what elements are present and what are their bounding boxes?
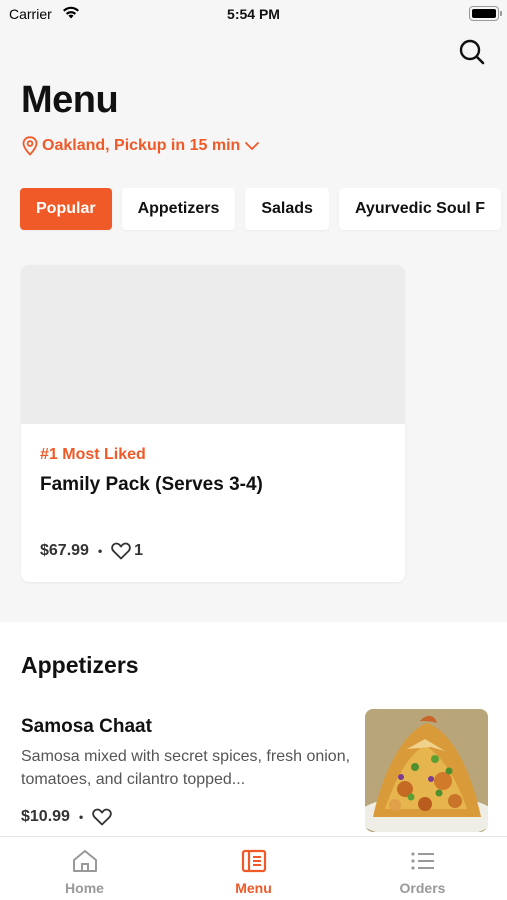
tab-bar-orders-label: Orders [399,880,446,896]
menu-book-icon [241,849,266,873]
bottom-tab-bar: Home Menu Orders [0,836,507,900]
home-icon [72,850,97,872]
featured-item-meta: $67.99 • 1 [40,542,143,560]
tab-ayurvedic-soul-food[interactable]: Ayurvedic Soul F [338,188,502,230]
tab-popular[interactable]: Popular [20,188,112,230]
featured-item-card[interactable]: #1 Most Liked Family Pack (Serves 3-4) $… [21,265,405,582]
heart-icon[interactable] [92,808,112,826]
location-pin-icon [22,136,38,156]
location-selector[interactable]: Oakland, Pickup in 15 min [22,136,260,156]
status-bar: Carrier 5:54 PM [0,0,507,28]
chevron-down-icon [245,142,260,150]
menu-item-meta: $10.99 • [21,808,112,826]
tab-bar-menu[interactable]: Menu [169,837,338,900]
search-icon [459,39,485,65]
featured-item-name: Family Pack (Serves 3-4) [40,474,263,495]
featured-item-price: $67.99 [40,542,89,559]
tab-bar-home[interactable]: Home [0,837,169,900]
tab-bar-orders[interactable]: Orders [338,837,507,900]
featured-badge: #1 Most Liked [40,446,146,463]
separator-dot: • [78,810,84,824]
search-button[interactable] [457,37,487,67]
location-label: Oakland, Pickup in 15 min [42,137,241,154]
menu-item-description: Samosa mixed with secret spices, fresh o… [21,748,351,788]
samosa-chaat-photo [365,709,488,832]
page-title: Menu [21,79,119,121]
tab-appetizers[interactable]: Appetizers [121,188,236,230]
tab-salads[interactable]: Salads [245,188,329,230]
separator-dot: • [97,544,103,558]
section-title: Appetizers [21,652,139,678]
tab-bar-menu-label: Menu [235,880,272,896]
featured-item-image-placeholder [21,265,405,424]
battery-icon [469,6,502,21]
list-icon [410,852,434,870]
heart-icon[interactable] [111,542,131,560]
status-time: 5:54 PM [227,6,280,22]
tab-bar-home-label: Home [65,880,104,896]
menu-item-row[interactable]: Samosa Chaat Samosa mixed with secret sp… [0,708,507,838]
menu-item-price: $10.99 [21,808,70,825]
menu-item-name: Samosa Chaat [21,716,152,737]
like-count: 1 [134,542,144,559]
category-tabs: Popular Appetizers Salads Ayurvedic Soul… [20,188,502,230]
